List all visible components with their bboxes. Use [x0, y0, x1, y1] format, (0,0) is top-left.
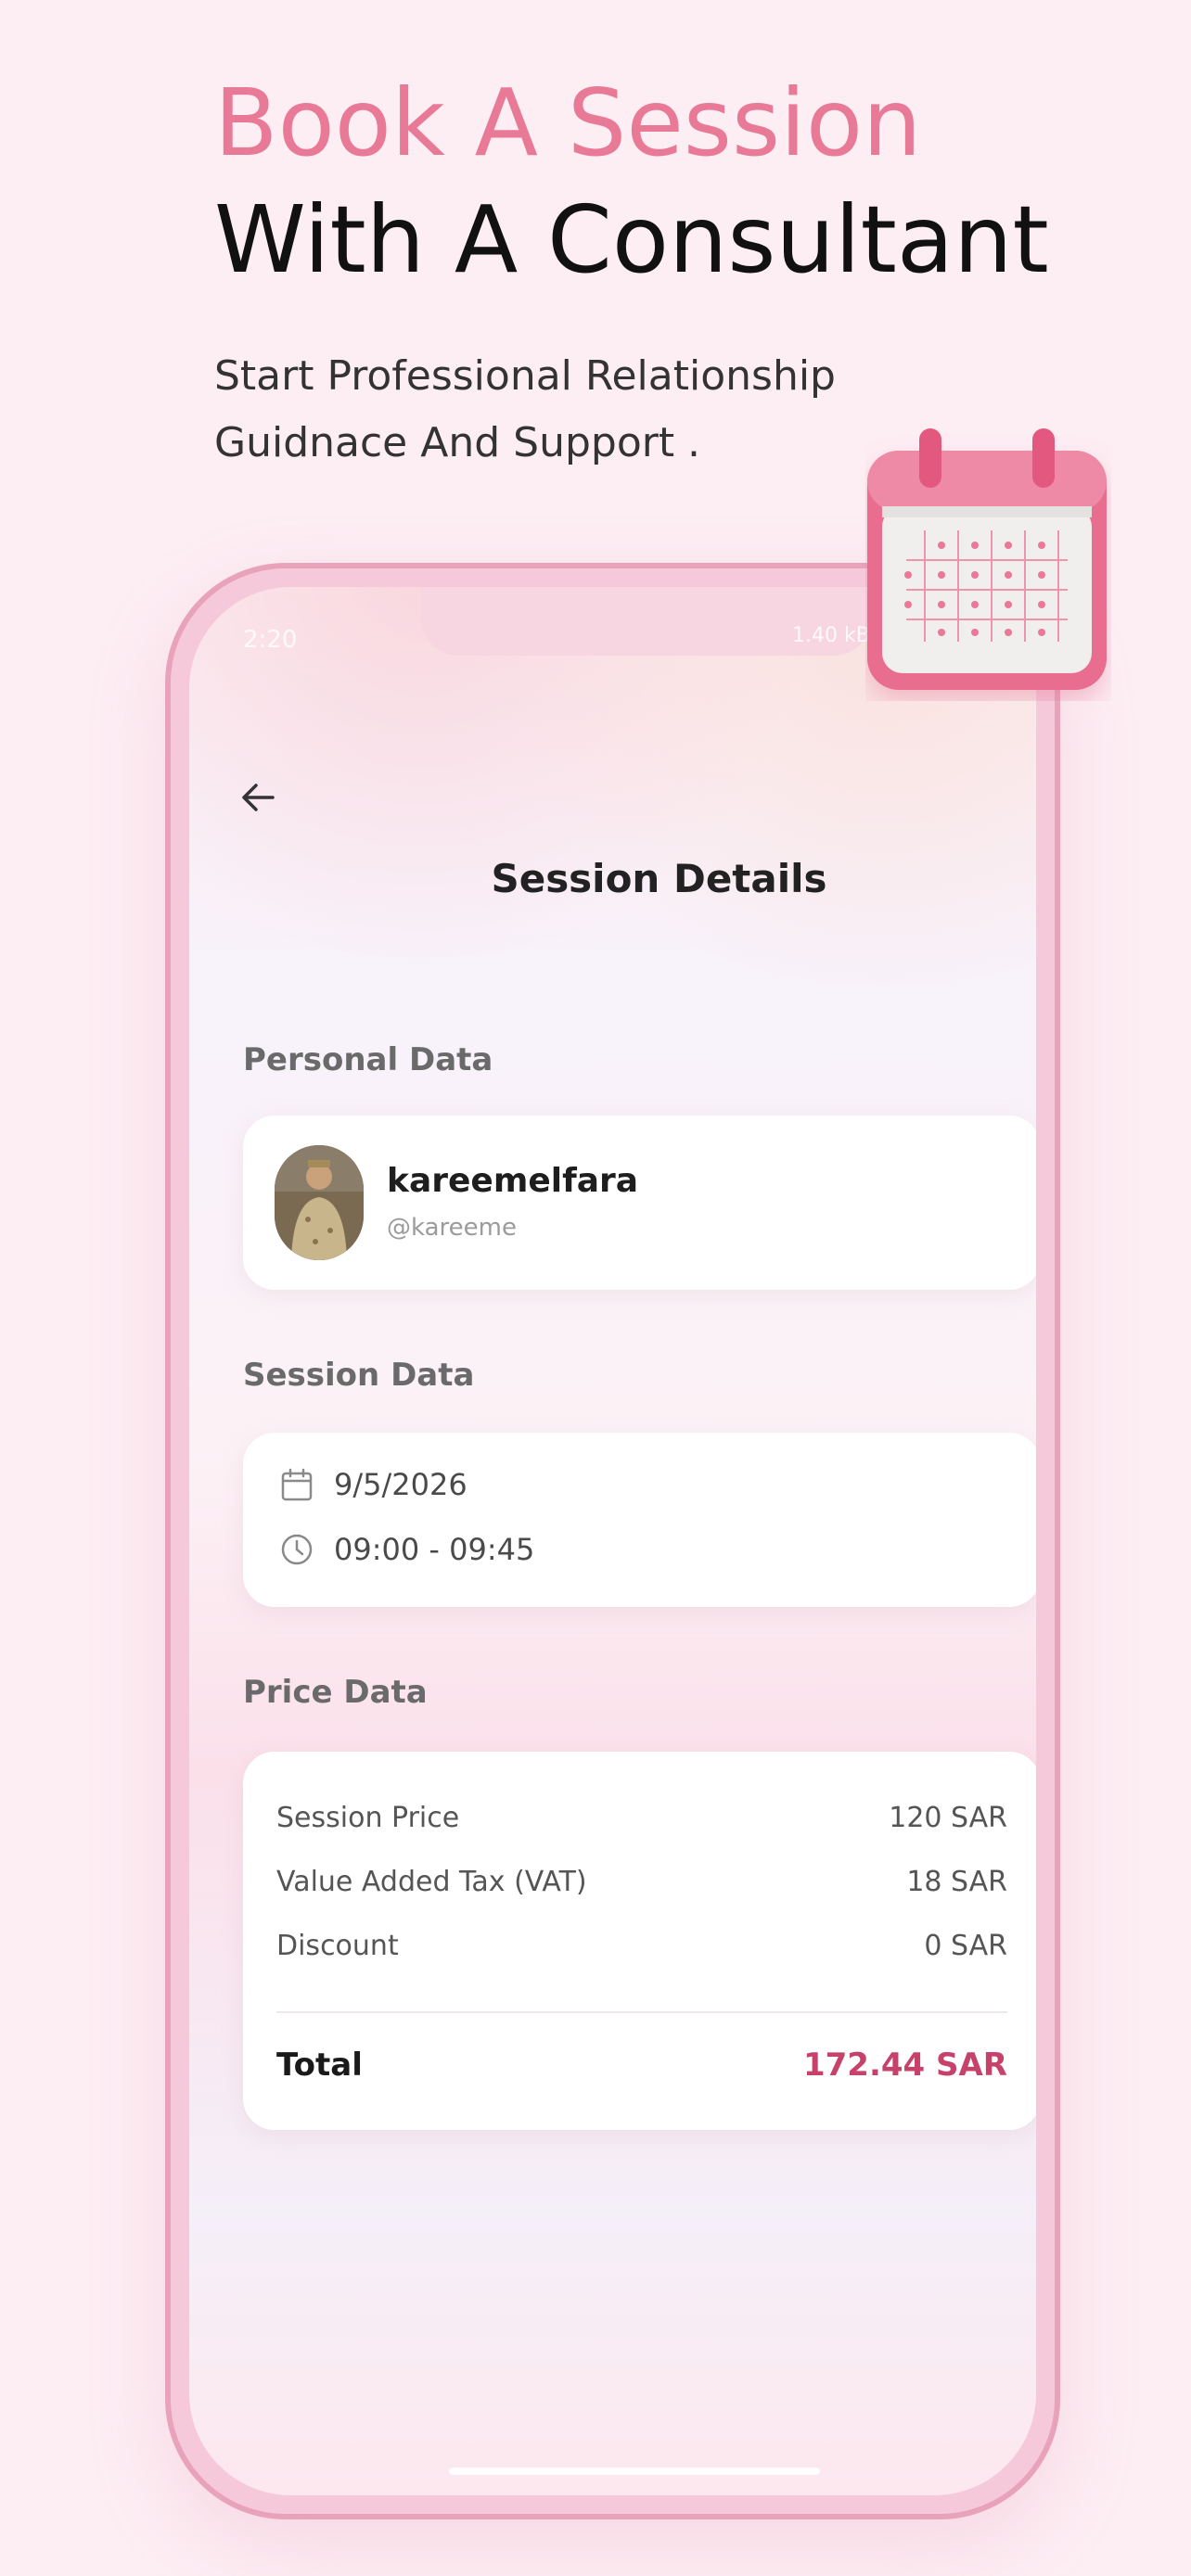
- total-label: Total: [276, 2047, 363, 2084]
- total-row: Total 172.44 SAR: [276, 2047, 1007, 2084]
- profile-name: kareemelfara: [387, 1162, 639, 1200]
- session-time: 09:00 - 09:45: [334, 1532, 535, 1567]
- session-data-label: Session Data: [243, 1357, 475, 1394]
- avatar-image: [275, 1145, 364, 1260]
- clock-icon: [281, 1534, 313, 1565]
- calendar-3d-icon: [865, 423, 1111, 701]
- price-row-value: 120 SAR: [889, 1802, 1007, 1834]
- calendar-icon: [281, 1468, 313, 1501]
- phone-screen: 2:20 1.40 kB/s ◠ Session Details Persona…: [189, 587, 1036, 2495]
- hero-subtitle: Start Professional Relationship Guidnace…: [214, 343, 882, 477]
- page-title: Session Details: [491, 856, 827, 901]
- price-row-label: Session Price: [276, 1802, 460, 1834]
- arrow-left-icon: [242, 784, 275, 811]
- session-card: 9/5/2026 09:00 - 09:45: [243, 1433, 1036, 1607]
- price-row: Value Added Tax (VAT) 18 SAR: [276, 1866, 1007, 1898]
- session-date: 9/5/2026: [334, 1467, 467, 1502]
- session-time-row: 09:00 - 09:45: [278, 1531, 534, 1568]
- price-row: Discount 0 SAR: [276, 1930, 1007, 1962]
- hero-title-line1: Book A Session: [214, 69, 922, 177]
- phone-mockup: 2:20 1.40 kB/s ◠ Session Details Persona…: [165, 563, 1060, 2519]
- profile-handle: @kareeme: [387, 1214, 517, 1242]
- price-card: Session Price 120 SAR Value Added Tax (V…: [243, 1752, 1036, 2130]
- hero-title-line2: With A Consultant: [214, 185, 1049, 294]
- avatar: [275, 1145, 364, 1260]
- hero-title: Book A Session With A Consultant: [214, 65, 1049, 299]
- price-row-label: Value Added Tax (VAT): [276, 1866, 587, 1898]
- hero-subtitle-line1: Start Professional Relationship: [214, 352, 836, 400]
- personal-data-label: Personal Data: [243, 1041, 493, 1078]
- divider: [276, 2011, 1007, 2013]
- price-row: Session Price 120 SAR: [276, 1802, 1007, 1834]
- home-indicator: [449, 2468, 820, 2475]
- price-data-label: Price Data: [243, 1674, 428, 1711]
- session-date-row: 9/5/2026: [278, 1466, 467, 1503]
- hero-subtitle-line2: Guidnace And Support .: [214, 419, 701, 466]
- total-value: 172.44 SAR: [802, 2047, 1007, 2084]
- price-row-label: Discount: [276, 1930, 399, 1962]
- status-time: 2:20: [243, 626, 298, 654]
- price-row-value: 18 SAR: [906, 1866, 1007, 1898]
- back-button[interactable]: [236, 774, 282, 821]
- profile-card[interactable]: kareemelfara @kareeme: [243, 1116, 1036, 1290]
- price-row-value: 0 SAR: [924, 1930, 1007, 1962]
